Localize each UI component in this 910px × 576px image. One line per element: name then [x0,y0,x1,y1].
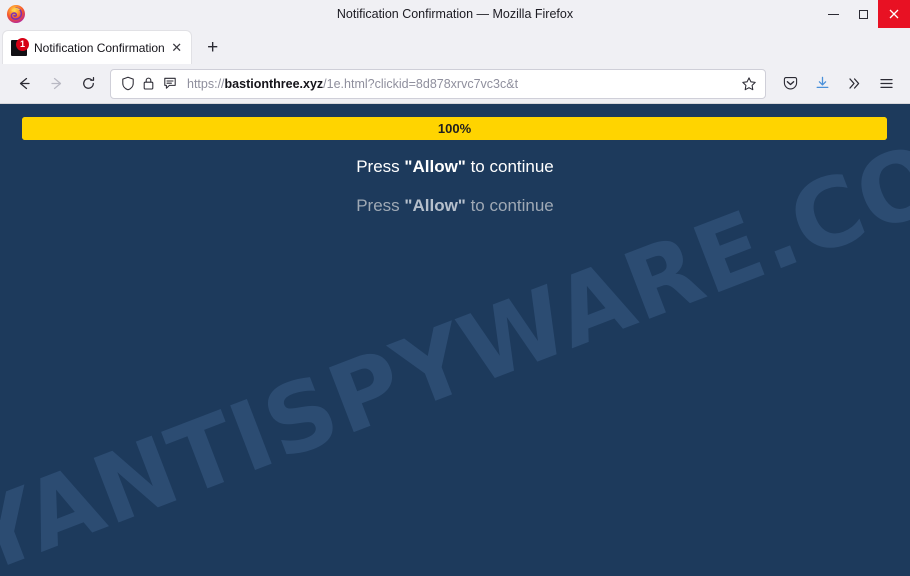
tab-close-icon[interactable]: ✕ [169,40,185,56]
url-path: /1e.html?clickid=8d878xrvc7vc3c&t [323,76,519,91]
chevron-double-right-icon [848,78,859,89]
allow-message-secondary-emphasis: "Allow" [404,196,466,215]
window-controls [818,0,910,28]
title-bar: Notification Confirmation — Mozilla Fire… [0,0,910,28]
allow-message-primary-emphasis: "Allow" [404,157,466,176]
forward-button[interactable] [40,69,72,99]
toolbar-right-group [774,69,902,99]
address-bar[interactable]: https://bastionthree.xyz/1e.html?clickid… [110,68,766,99]
reload-button[interactable] [72,69,104,99]
browser-window: Notification Confirmation — Mozilla Fire… [0,0,910,576]
allow-message-primary: Press "Allow" to continue [0,157,910,177]
url-scheme: https:// [187,76,225,91]
allow-message-secondary: Press "Allow" to continue [0,196,910,216]
progress-percent-label: 100% [437,121,472,136]
tab-notification-confirmation[interactable]: 1 Notification Confirmation ✕ [3,31,191,64]
maximize-icon [858,9,868,19]
overflow-menu-button[interactable] [838,69,870,99]
window-title: Notification Confirmation — Mozilla Fire… [336,7,574,21]
star-bookmark-icon[interactable] [739,76,759,92]
allow-message-secondary-suffix: to continue [465,196,554,215]
close-button[interactable] [878,0,910,28]
url-text[interactable]: https://bastionthree.xyz/1e.html?clickid… [187,77,736,91]
new-tab-button[interactable]: + [199,33,227,61]
notification-permission-icon[interactable] [160,74,179,94]
back-arrow-icon [19,77,30,90]
pocket-save-icon[interactable] [774,69,806,99]
maximize-button[interactable] [848,0,878,28]
hamburger-menu-icon[interactable] [870,69,902,99]
minimize-icon [827,13,839,15]
reload-icon [82,76,94,89]
padlock-icon[interactable] [139,74,158,94]
close-icon [889,9,899,19]
forward-arrow-icon [50,77,61,90]
minimize-button[interactable] [818,0,848,28]
url-host: bastionthree.xyz [224,76,324,91]
firefox-logo-icon [3,1,29,27]
tab-favicon-icon: 1 [11,37,29,56]
allow-message-secondary-prefix: Press [356,196,405,215]
page-content: MYANTISPYWARE.COM 100% Press "Allow" to … [0,104,910,576]
tab-strip: 1 Notification Confirmation ✕ + [0,28,910,64]
tab-title: Notification Confirmation [34,40,165,55]
notification-badge: 1 [16,37,29,51]
back-button[interactable] [8,69,40,99]
tracking-protection-shield-icon[interactable] [118,74,137,94]
progress-bar: 100% [22,117,887,140]
navigation-toolbar: https://bastionthree.xyz/1e.html?clickid… [0,64,910,104]
allow-message-primary-prefix: Press [356,157,405,176]
allow-message-primary-suffix: to continue [465,157,554,176]
downloads-arrow-icon[interactable] [806,69,838,99]
